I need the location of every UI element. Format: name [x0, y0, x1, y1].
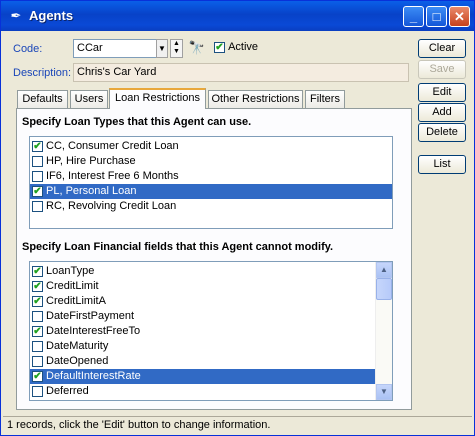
checkbox-icon[interactable]: ✔	[32, 265, 43, 277]
financial-field-item-label: LoanType	[46, 265, 95, 277]
financial-field-item-label: CreditLimit	[46, 280, 99, 292]
checkbox-icon[interactable]: ✔	[32, 355, 43, 367]
active-label: Active	[228, 41, 259, 54]
list-button[interactable]: List	[418, 155, 466, 174]
checkbox-icon[interactable]: ✔	[32, 370, 43, 382]
agents-window: ✒ Agents _ □ ✕ Code: CCar ▼ ▲ ▼ 🔭 ✔ Activ…	[0, 0, 475, 436]
code-dropdown-button[interactable]: ▼	[156, 39, 168, 58]
loan-type-item[interactable]: ✔IF6, Interest Free 6 Months	[30, 169, 392, 184]
financial-field-item-label: Deferred	[46, 385, 89, 397]
loan-type-item[interactable]: ✔ CC, Consumer Credit Loan	[30, 139, 392, 154]
spin-up-icon[interactable]: ▲	[171, 40, 182, 48]
minimize-icon: _	[409, 9, 418, 24]
code-field[interactable]: CCar	[73, 39, 157, 58]
chevron-down-icon: ▼	[380, 387, 388, 396]
scroll-down-button[interactable]: ▼	[376, 384, 392, 400]
code-spinner[interactable]: ▲ ▼	[170, 39, 183, 58]
checkbox-icon[interactable]: ✔	[32, 140, 43, 152]
financial-field-item-label: CreditLimitA	[46, 295, 106, 307]
tab-users[interactable]: Users	[70, 90, 108, 108]
spin-down-icon[interactable]: ▼	[171, 48, 182, 56]
checkbox-icon[interactable]: ✔	[32, 325, 43, 337]
checkbox-icon[interactable]: ✔	[32, 340, 43, 352]
loan-type-item-label: IF6, Interest Free 6 Months	[46, 170, 179, 182]
loan-type-item-label: RC, Revolving Credit Loan	[46, 200, 177, 212]
checkbox-icon[interactable]: ✔	[32, 385, 43, 397]
checkbox-icon[interactable]: ✔	[32, 185, 43, 197]
title-bar[interactable]: ✒ Agents _ □ ✕	[1, 1, 474, 31]
binoculars-icon[interactable]: 🔭	[188, 39, 206, 57]
description-label: Description:	[13, 67, 72, 79]
checkbox-icon[interactable]: ✔	[32, 295, 43, 307]
loan-types-heading: Specify Loan Types that this Agent can u…	[22, 116, 252, 128]
loan-types-list[interactable]: ✔CC, Consumer Credit Loan✔HP, Hire Purch…	[29, 136, 393, 229]
loan-type-item-label: HP, Hire Purchase	[46, 155, 136, 167]
tab-loan-restrictions[interactable]: Loan Restrictions	[109, 88, 206, 109]
financial-field-item-label: DateFirstPayment	[46, 310, 135, 322]
description-field[interactable]: Chris's Car Yard	[73, 63, 409, 82]
financial-field-item[interactable]: ✔ DefaultInterestRate	[30, 369, 376, 384]
save-button[interactable]: Save	[418, 60, 466, 79]
financial-field-item[interactable]: ✔DateMaturity	[30, 339, 376, 354]
financial-field-item[interactable]: ✔ CreditLimitA	[30, 294, 376, 309]
loan-type-item[interactable]: ✔ PL, Personal Loan	[30, 184, 392, 199]
tab-defaults[interactable]: Defaults	[17, 90, 68, 108]
loan-type-item-label: CC, Consumer Credit Loan	[46, 140, 179, 152]
loan-type-item[interactable]: ✔HP, Hire Purchase	[30, 154, 392, 169]
checkbox-icon[interactable]: ✔	[32, 155, 43, 167]
agents-app-icon: ✒	[10, 8, 22, 23]
checkbox-icon[interactable]: ✔	[214, 41, 225, 53]
chevron-down-icon: ▼	[158, 44, 166, 53]
delete-button[interactable]: Delete	[418, 123, 466, 142]
financial-field-item[interactable]: ✔DateFirstPayment	[30, 309, 376, 324]
status-bar: 1 records, click the 'Edit' button to ch…	[3, 416, 472, 434]
financial-field-item-label: DefaultInterestRate	[46, 370, 141, 382]
vertical-scrollbar[interactable]: ▲ ▼	[375, 262, 392, 400]
add-button[interactable]: Add	[418, 103, 466, 122]
loan-type-item-label: PL, Personal Loan	[46, 185, 137, 197]
minimize-button[interactable]: _	[403, 6, 424, 27]
checkbox-icon[interactable]: ✔	[32, 170, 43, 182]
maximize-icon: □	[432, 9, 441, 24]
tab-filters[interactable]: Filters	[305, 90, 345, 108]
close-button[interactable]: ✕	[449, 6, 470, 27]
checkbox-icon[interactable]: ✔	[32, 200, 43, 212]
financial-field-item[interactable]: ✔ CreditLimit	[30, 279, 376, 294]
edit-button[interactable]: Edit	[418, 83, 466, 102]
scroll-up-button[interactable]: ▲	[376, 262, 392, 278]
financial-field-item-label: DateOpened	[46, 355, 109, 367]
chevron-up-icon: ▲	[380, 265, 388, 274]
checkbox-icon[interactable]: ✔	[32, 310, 43, 322]
financial-field-item-label: DateInterestFreeTo	[46, 325, 141, 337]
checkbox-icon[interactable]: ✔	[32, 280, 43, 292]
loan-type-item[interactable]: ✔RC, Revolving Credit Loan	[30, 199, 392, 214]
financial-field-item[interactable]: ✔ DateInterestFreeTo	[30, 324, 376, 339]
tab-other-restrictions[interactable]: Other Restrictions	[208, 90, 303, 108]
financial-fields-list[interactable]: ▲ ▼ ✔LoanType✔CreditLimit✔CreditLimitA✔D…	[29, 261, 393, 401]
close-icon: ✕	[454, 9, 465, 24]
active-checkbox[interactable]: ✔ Active	[214, 41, 258, 53]
scroll-thumb[interactable]	[376, 278, 392, 300]
financial-field-item[interactable]: ✔Deferred	[30, 384, 376, 399]
financial-field-item[interactable]: ✔DateOpened	[30, 354, 376, 369]
clear-button[interactable]: Clear	[418, 39, 466, 58]
code-label: Code:	[13, 43, 43, 55]
financial-field-item-label: DateMaturity	[46, 340, 109, 352]
financial-field-item[interactable]: ✔ LoanType	[30, 264, 376, 279]
window-title: Agents	[29, 8, 74, 23]
financial-fields-heading: Specify Loan Financial fields that this …	[22, 241, 334, 253]
maximize-button[interactable]: □	[426, 6, 447, 27]
loan-restrictions-panel: Specify Loan Types that this Agent can u…	[16, 108, 412, 410]
